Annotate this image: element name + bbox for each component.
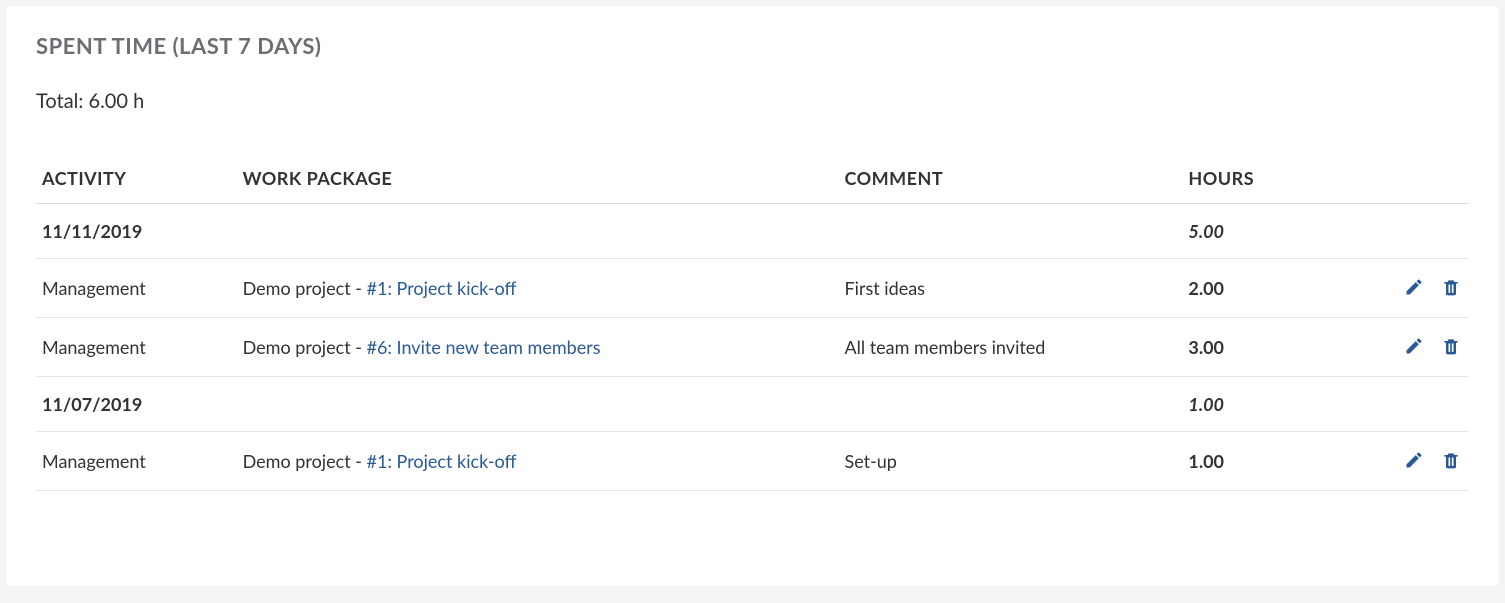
card-title: SPENT TIME (LAST 7 DAYS) [36, 32, 1469, 59]
col-header-comment: COMMENT [838, 153, 1182, 204]
comment-cell: First ideas [838, 259, 1182, 318]
time-entries-table: ACTIVITY WORK PACKAGE COMMENT HOURS 11/1… [36, 153, 1469, 491]
wp-prefix: Demo project - [243, 336, 367, 358]
work-package-link[interactable]: #1: Project kick-off [367, 277, 517, 299]
date-cell: 11/11/2019 [36, 204, 237, 259]
actions-cell [1354, 432, 1469, 491]
date-cell: 11/07/2019 [36, 377, 237, 432]
table-row: Management Demo project - #6: Invite new… [36, 318, 1469, 377]
hours-cell: 3.00 [1182, 318, 1354, 377]
activity-cell: Management [36, 318, 237, 377]
activity-cell: Management [36, 432, 237, 491]
wp-prefix: Demo project - [243, 277, 367, 299]
edit-icon[interactable] [1402, 275, 1426, 299]
subtotal-cell: 5.00 [1182, 204, 1354, 259]
spent-time-card: SPENT TIME (LAST 7 DAYS) Total: 6.00 h A… [6, 6, 1499, 586]
hours-cell: 1.00 [1182, 432, 1354, 491]
date-group-row: 11/07/2019 1.00 [36, 377, 1469, 432]
work-package-cell: Demo project - #1: Project kick-off [237, 432, 839, 491]
actions-cell [1354, 259, 1469, 318]
hours-cell: 2.00 [1182, 259, 1354, 318]
work-package-cell: Demo project - #6: Invite new team membe… [237, 318, 839, 377]
col-header-hours: HOURS [1182, 153, 1354, 204]
comment-cell: All team members invited [838, 318, 1182, 377]
edit-icon[interactable] [1402, 448, 1426, 472]
wp-prefix: Demo project - [243, 450, 367, 472]
work-package-link[interactable]: #1: Project kick-off [367, 450, 517, 472]
total-label: Total: 6.00 h [36, 89, 1469, 113]
col-header-work-package: WORK PACKAGE [237, 153, 839, 204]
trash-icon[interactable] [1439, 275, 1463, 299]
work-package-cell: Demo project - #1: Project kick-off [237, 259, 839, 318]
comment-cell: Set-up [838, 432, 1182, 491]
trash-icon[interactable] [1439, 334, 1463, 358]
col-header-actions [1354, 153, 1469, 204]
actions-cell [1354, 318, 1469, 377]
activity-cell: Management [36, 259, 237, 318]
table-row: Management Demo project - #1: Project ki… [36, 259, 1469, 318]
trash-icon[interactable] [1439, 448, 1463, 472]
table-row: Management Demo project - #1: Project ki… [36, 432, 1469, 491]
time-entries-body: 11/11/2019 5.00 Management Demo project … [36, 204, 1469, 491]
date-group-row: 11/11/2019 5.00 [36, 204, 1469, 259]
col-header-activity: ACTIVITY [36, 153, 237, 204]
work-package-link[interactable]: #6: Invite new team members [367, 336, 601, 358]
subtotal-cell: 1.00 [1182, 377, 1354, 432]
edit-icon[interactable] [1402, 334, 1426, 358]
